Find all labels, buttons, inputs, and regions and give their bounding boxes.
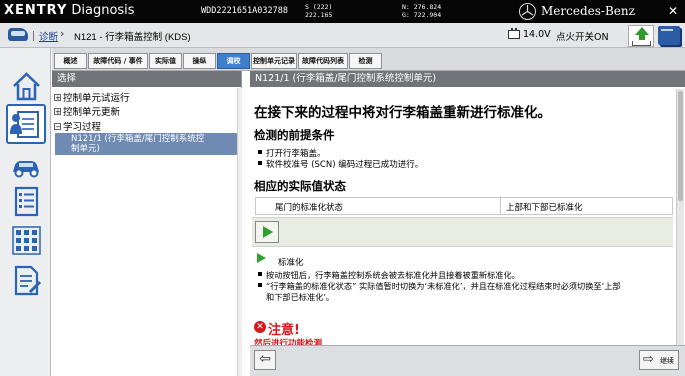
tab-overview[interactable]: 概述 <box>54 53 87 69</box>
procedure-heading: 在接下来的过程中将对行李箱盖重新进行标准化。 <box>254 105 551 121</box>
ignition-status: 点火开关ON <box>556 32 609 43</box>
tree-item-label: 控制单元试运行 <box>63 93 130 104</box>
tab-fault-codes-events[interactable]: 故障代码 / 事件 <box>88 53 148 69</box>
mercedes-benz-logo-text: Mercedes-Benz <box>541 4 635 18</box>
warning-title: 注意! <box>268 323 300 338</box>
battery-icon <box>508 28 520 39</box>
back-button[interactable]: ⇦ <box>254 350 276 370</box>
content-header: N121/1 (行李箱盖/尾门控制系统控制单元) <box>250 71 685 87</box>
bottom-toolbar: ⇦ ⇨ 继续 <box>250 345 685 376</box>
tree-item-selected-line2: 制单元) <box>71 144 100 154</box>
breadcrumb-arrow-icon: › <box>60 27 65 40</box>
page-title: N121 - 行李箱盖控制 (KDS) <box>74 32 191 43</box>
bullet-icon <box>258 283 262 287</box>
tab-adaptations[interactable]: 调校 <box>217 53 250 69</box>
play-icon <box>257 253 266 263</box>
tree-item-commissioning[interactable]: + 控制单元试运行 <box>54 90 130 104</box>
play-icon <box>263 226 273 238</box>
navigation-bar: 诊断 › N121 - 行李箱盖控制 (KDS) 14.0V 点火开关ON <box>0 23 685 48</box>
arrow-right-icon: ⇨ <box>643 352 654 367</box>
tree-scrollbar[interactable] <box>237 88 242 376</box>
home-icon[interactable] <box>10 70 43 103</box>
breadcrumb-diagnosis-link[interactable]: 诊断 <box>39 29 58 43</box>
title-bar: XENTRY Diagnosis WDD2221651A032788 S (222… <box>0 0 685 23</box>
manual-book-icon[interactable] <box>658 26 680 45</box>
continue-button[interactable]: ⇨ 继续 <box>639 350 679 370</box>
prerequisite-item: 软件校准号 (SCN) 编码过程已成功进行。 <box>258 158 423 170</box>
tab-control-unit-log[interactable]: 控制单元记录 <box>251 53 297 69</box>
mercedes-star-icon <box>519 3 536 20</box>
content-scrollbar[interactable] <box>676 89 684 345</box>
vehicle-model-line1: S (222) <box>305 3 333 11</box>
tab-actual-values[interactable]: 实际值 <box>149 53 182 69</box>
expand-icon[interactable]: + <box>54 94 61 102</box>
engine-code: N: 276.824 <box>402 3 442 11</box>
list-document-icon[interactable] <box>10 185 43 218</box>
tree-item-label: 学习过程 <box>63 122 102 133</box>
status-title: 相应的实际值状态 <box>254 179 346 193</box>
expand-icon[interactable]: + <box>54 108 61 116</box>
start-normalization-button[interactable] <box>255 221 279 243</box>
normalization-note: 按动按钮后，行李箱盖控制系统会被去标准化并且接着被重新标准化。 <box>258 270 520 281</box>
actual-value-table: 尾门的标准化状态 上部和下部已标准化 <box>255 197 673 215</box>
function-tabs: 概述 故障代码 / 事件 实际值 操纵 调校 控制单元记录 故障代码列表 检测 <box>52 48 685 71</box>
selection-tree-panel: 选择 + 控制单元试运行 + 控制单元更新 − 学习过程 N121/1 (行李箱盖/尾… <box>52 71 242 376</box>
tree-item-learning[interactable]: − 学习过程 <box>54 119 101 133</box>
scrollbar-thumb[interactable] <box>678 91 683 201</box>
left-toolbar <box>0 48 51 376</box>
main-content: N121/1 (行李箱盖/尾门控制系统控制单元) 在接下来的过程中将对行李箱盖重… <box>250 71 685 376</box>
normalization-note: “行李箱盖的标准化状态” 实际值暂时切换为‘未标准化’，并且在标准化过程结束时必… <box>258 281 621 292</box>
vehicle-icon[interactable] <box>8 28 28 41</box>
vehicle-service-icon[interactable] <box>10 150 43 183</box>
tree-item-selected-n121[interactable]: N121/1 (行李箱盖/尾门控制系统控 制单元) <box>55 133 238 155</box>
tree-header: 选择 <box>52 71 241 87</box>
status-value-cell: 上部和下部已标准化 <box>506 203 583 213</box>
vehicle-model-line2: 222.165 <box>305 11 333 19</box>
action-strip <box>252 217 673 247</box>
bullet-icon <box>258 161 262 165</box>
status-name-cell: 尾门的标准化状态 <box>275 203 344 213</box>
prerequisites-title: 检测的前提条件 <box>254 128 335 142</box>
vehicle-model-info: S (222) 222.165 <box>305 3 332 19</box>
normalization-label: 标准化 <box>278 258 304 268</box>
tab-tests[interactable]: 检测 <box>349 53 382 69</box>
document-edit-icon[interactable] <box>10 264 43 297</box>
engine-gearbox-info: N: 276.824 G: 722.904 <box>402 3 441 19</box>
gearbox-code: G: 722.904 <box>402 11 442 19</box>
upload-icon[interactable] <box>628 25 654 47</box>
normalization-note-continued: 和下部已标准化’。 <box>266 292 335 302</box>
tab-fault-code-list[interactable]: 故障代码列表 <box>298 53 348 69</box>
warning-icon: ✕ <box>254 321 266 333</box>
bullet-icon <box>258 150 262 154</box>
app-brand: XENTRY Diagnosis <box>4 3 135 18</box>
vin-number: WDD2221651A032788 <box>201 6 288 16</box>
continue-label: 继续 <box>660 357 674 365</box>
nav-separator <box>33 31 34 41</box>
tree-item-label: 控制单元更新 <box>63 107 121 118</box>
close-button[interactable]: ✕ <box>668 4 678 18</box>
brand-diagnosis: Diagnosis <box>71 3 135 18</box>
bullet-icon <box>258 272 262 276</box>
collapse-icon[interactable]: − <box>54 123 61 131</box>
control-unit-grid-icon[interactable] <box>10 224 43 257</box>
tab-actuations[interactable]: 操纵 <box>183 53 216 69</box>
diagnosis-person-icon[interactable] <box>6 104 46 144</box>
tree-item-selected-line1: N121/1 (行李箱盖/尾门控制系统控 <box>71 134 205 144</box>
battery-voltage: 14.0V <box>523 29 551 40</box>
brand-xentry: XENTRY <box>4 3 68 18</box>
tree-item-update[interactable]: + 控制单元更新 <box>54 104 120 118</box>
